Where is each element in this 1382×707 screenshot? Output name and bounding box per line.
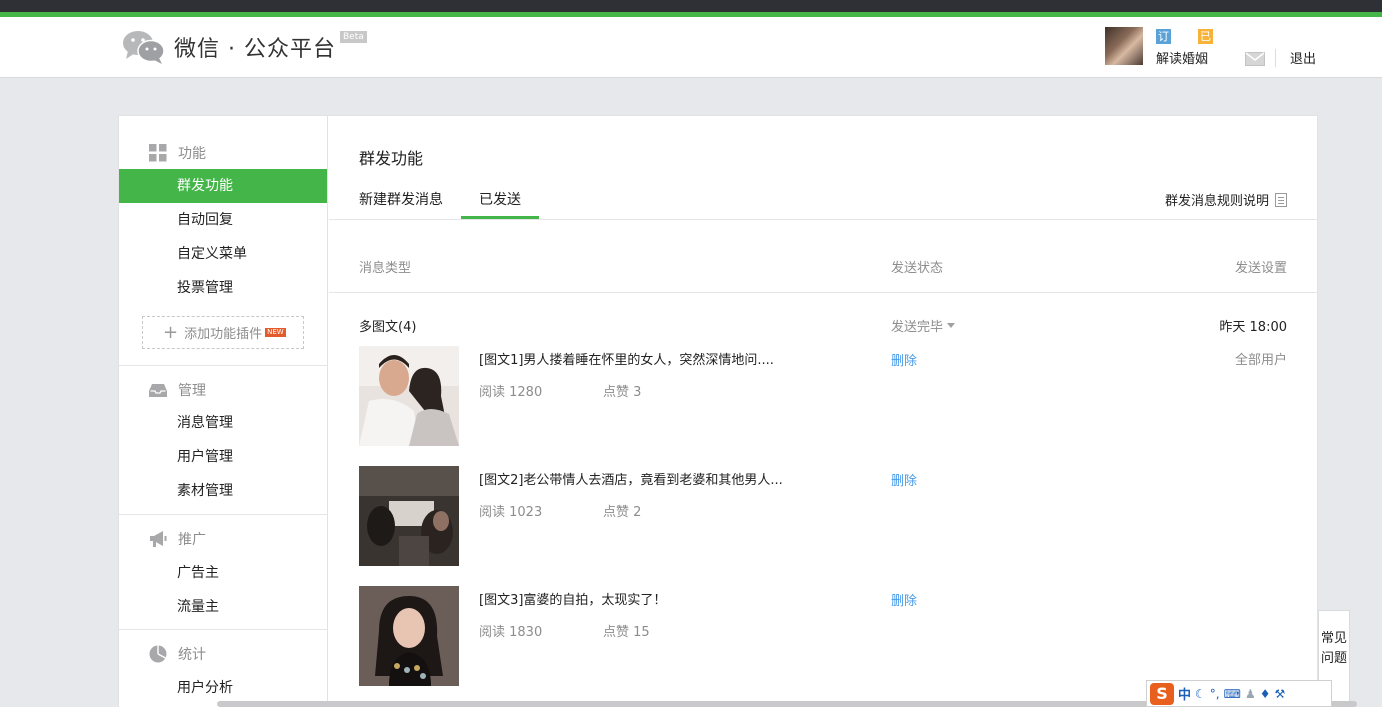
- delete-link[interactable]: 删除: [891, 350, 917, 369]
- plus-icon: +: [163, 321, 179, 343]
- send-status-dropdown[interactable]: 发送完毕: [891, 316, 956, 335]
- add-plugin-button[interactable]: + 添加功能插件 NEW: [142, 316, 304, 349]
- read-count: 阅读 1280: [479, 385, 543, 400]
- article-thumbnail[interactable]: [359, 586, 459, 686]
- table-header: 消息类型 发送状态 发送设置: [329, 220, 1317, 293]
- sidebar-item-auto-reply[interactable]: 自动回复: [119, 203, 327, 237]
- article-thumbnail[interactable]: [359, 346, 459, 446]
- sidebar-item-mass-send[interactable]: 群发功能: [119, 169, 327, 203]
- send-time: 昨天 18:00: [1219, 320, 1287, 335]
- new-tag: NEW: [265, 328, 286, 337]
- read-count: 阅读 1023: [479, 505, 543, 520]
- column-header: 发送设置: [1234, 261, 1287, 276]
- like-count: 点赞 2: [603, 505, 642, 520]
- divider: [1275, 49, 1276, 67]
- avatar[interactable]: [1105, 27, 1143, 65]
- ime-toolbar: S 中 ☾ °, ⌨ ♟ ♦ ⚒: [1146, 680, 1332, 707]
- list-item: [图文3]富婆的自拍，太现实了！ 阅读 1830 点赞 15 删除: [359, 586, 1059, 686]
- content-panel: 功能 群发功能 自动回复 自定义菜单 投票管理 + 添加功能插件 NEW 管理 …: [118, 115, 1318, 707]
- sidebar-group-label: 功能: [178, 146, 206, 162]
- megaphone-icon: [150, 531, 167, 547]
- ime-language[interactable]: 中: [1178, 684, 1191, 703]
- column-header: 消息类型: [359, 261, 412, 276]
- article-title[interactable]: [图文3]富婆的自拍，太现实了！: [479, 589, 666, 608]
- tab-sent[interactable]: 已发送: [479, 189, 521, 209]
- wrench-icon[interactable]: ⚒: [1274, 687, 1285, 701]
- article-thumbnail[interactable]: [359, 466, 459, 566]
- sidebar-item-publisher[interactable]: 流量主: [119, 590, 327, 624]
- sidebar-group-promote: 推广: [149, 529, 206, 549]
- sidebar-item-advertiser[interactable]: 广告主: [119, 556, 327, 590]
- sidebar-group-label: 推广: [178, 532, 206, 548]
- account-name[interactable]: 解读婚姻: [1156, 48, 1208, 67]
- send-audience: 全部用户: [1234, 353, 1287, 368]
- read-count: 阅读 1830: [479, 625, 543, 640]
- sidebar-item-user-analytics[interactable]: 用户分析: [119, 671, 327, 705]
- sidebar-item-materials[interactable]: 素材管理: [119, 474, 327, 508]
- mail-icon[interactable]: [1245, 52, 1265, 66]
- delete-link[interactable]: 删除: [891, 590, 917, 609]
- moon-icon[interactable]: ☾: [1195, 687, 1206, 701]
- sidebar-group-manage: 管理: [149, 380, 206, 400]
- verified-badge: 已认证: [1198, 29, 1213, 73]
- sidebar-divider: [119, 365, 327, 366]
- sidebar-divider: [119, 514, 327, 515]
- subscription-badge: 订阅号: [1156, 29, 1171, 73]
- keyboard-icon[interactable]: ⌨: [1224, 687, 1241, 701]
- header: 微信 · 公众平台 Beta 订阅号 已认证 解读婚姻 退出: [0, 17, 1382, 78]
- rules-link[interactable]: 群发消息规则说明: [1165, 190, 1287, 209]
- sidebar-divider: [119, 629, 327, 630]
- article-title[interactable]: [图文2]老公带情人去酒店，竟看到老婆和其他男人...: [479, 469, 783, 488]
- grid-icon: [149, 144, 167, 162]
- chevron-down-icon: [947, 323, 956, 328]
- sogou-logo-icon[interactable]: S: [1150, 682, 1174, 705]
- sidebar-group-function: 功能: [149, 143, 206, 163]
- sidebar-group-stats: 统计: [149, 644, 206, 664]
- pie-chart-icon: [149, 645, 167, 663]
- main-content: 群发功能 新建群发消息 已发送 群发消息规则说明 消息类型 发送状态 发送设置 …: [329, 116, 1317, 707]
- delete-link[interactable]: 删除: [891, 470, 917, 489]
- column-header: 发送状态: [891, 261, 944, 276]
- skin-icon[interactable]: ♦: [1260, 687, 1271, 701]
- rules-link-label: 群发消息规则说明: [1164, 194, 1269, 209]
- sidebar-group-label: 统计: [178, 647, 206, 663]
- sidebar-item-vote[interactable]: 投票管理: [119, 271, 327, 305]
- sidebar: 功能 群发功能 自动回复 自定义菜单 投票管理 + 添加功能插件 NEW 管理 …: [119, 116, 328, 707]
- tab-new-mass-message[interactable]: 新建群发消息: [359, 189, 443, 209]
- list-item: [图文2]老公带情人去酒店，竟看到老婆和其他男人... 阅读 1023 点赞 2…: [359, 466, 1059, 566]
- user-icon[interactable]: ♟: [1245, 687, 1256, 701]
- beta-badge: Beta: [339, 31, 367, 43]
- sidebar-group-label: 管理: [178, 383, 206, 399]
- sidebar-item-users[interactable]: 用户管理: [119, 440, 327, 474]
- list-item: [图文1]男人搂着睡在怀里的女人，突然深情地问.... 阅读 1280 点赞 3…: [359, 346, 1059, 446]
- article-title[interactable]: [图文1]男人搂着睡在怀里的女人，突然深情地问....: [479, 349, 774, 368]
- punctuation-icon[interactable]: °,: [1210, 687, 1220, 701]
- wechat-logo-icon: [123, 31, 165, 64]
- platform-title: 微信 · 公众平台: [174, 37, 336, 62]
- send-status-label: 发送完毕: [891, 320, 944, 335]
- like-count: 点赞 3: [603, 385, 642, 400]
- sidebar-item-custom-menu[interactable]: 自定义菜单: [119, 237, 327, 271]
- document-icon: [1275, 192, 1287, 207]
- page-title: 群发功能: [359, 149, 424, 168]
- like-count: 点赞 15: [603, 625, 650, 640]
- inbox-icon: [149, 384, 167, 397]
- logo[interactable]: 微信 · 公众平台 Beta: [122, 29, 367, 65]
- message-type: 多图文(4): [359, 320, 417, 335]
- add-plugin-label: 添加功能插件: [184, 327, 263, 342]
- logout-link[interactable]: 退出: [1290, 48, 1316, 67]
- sidebar-item-messages[interactable]: 消息管理: [119, 406, 327, 440]
